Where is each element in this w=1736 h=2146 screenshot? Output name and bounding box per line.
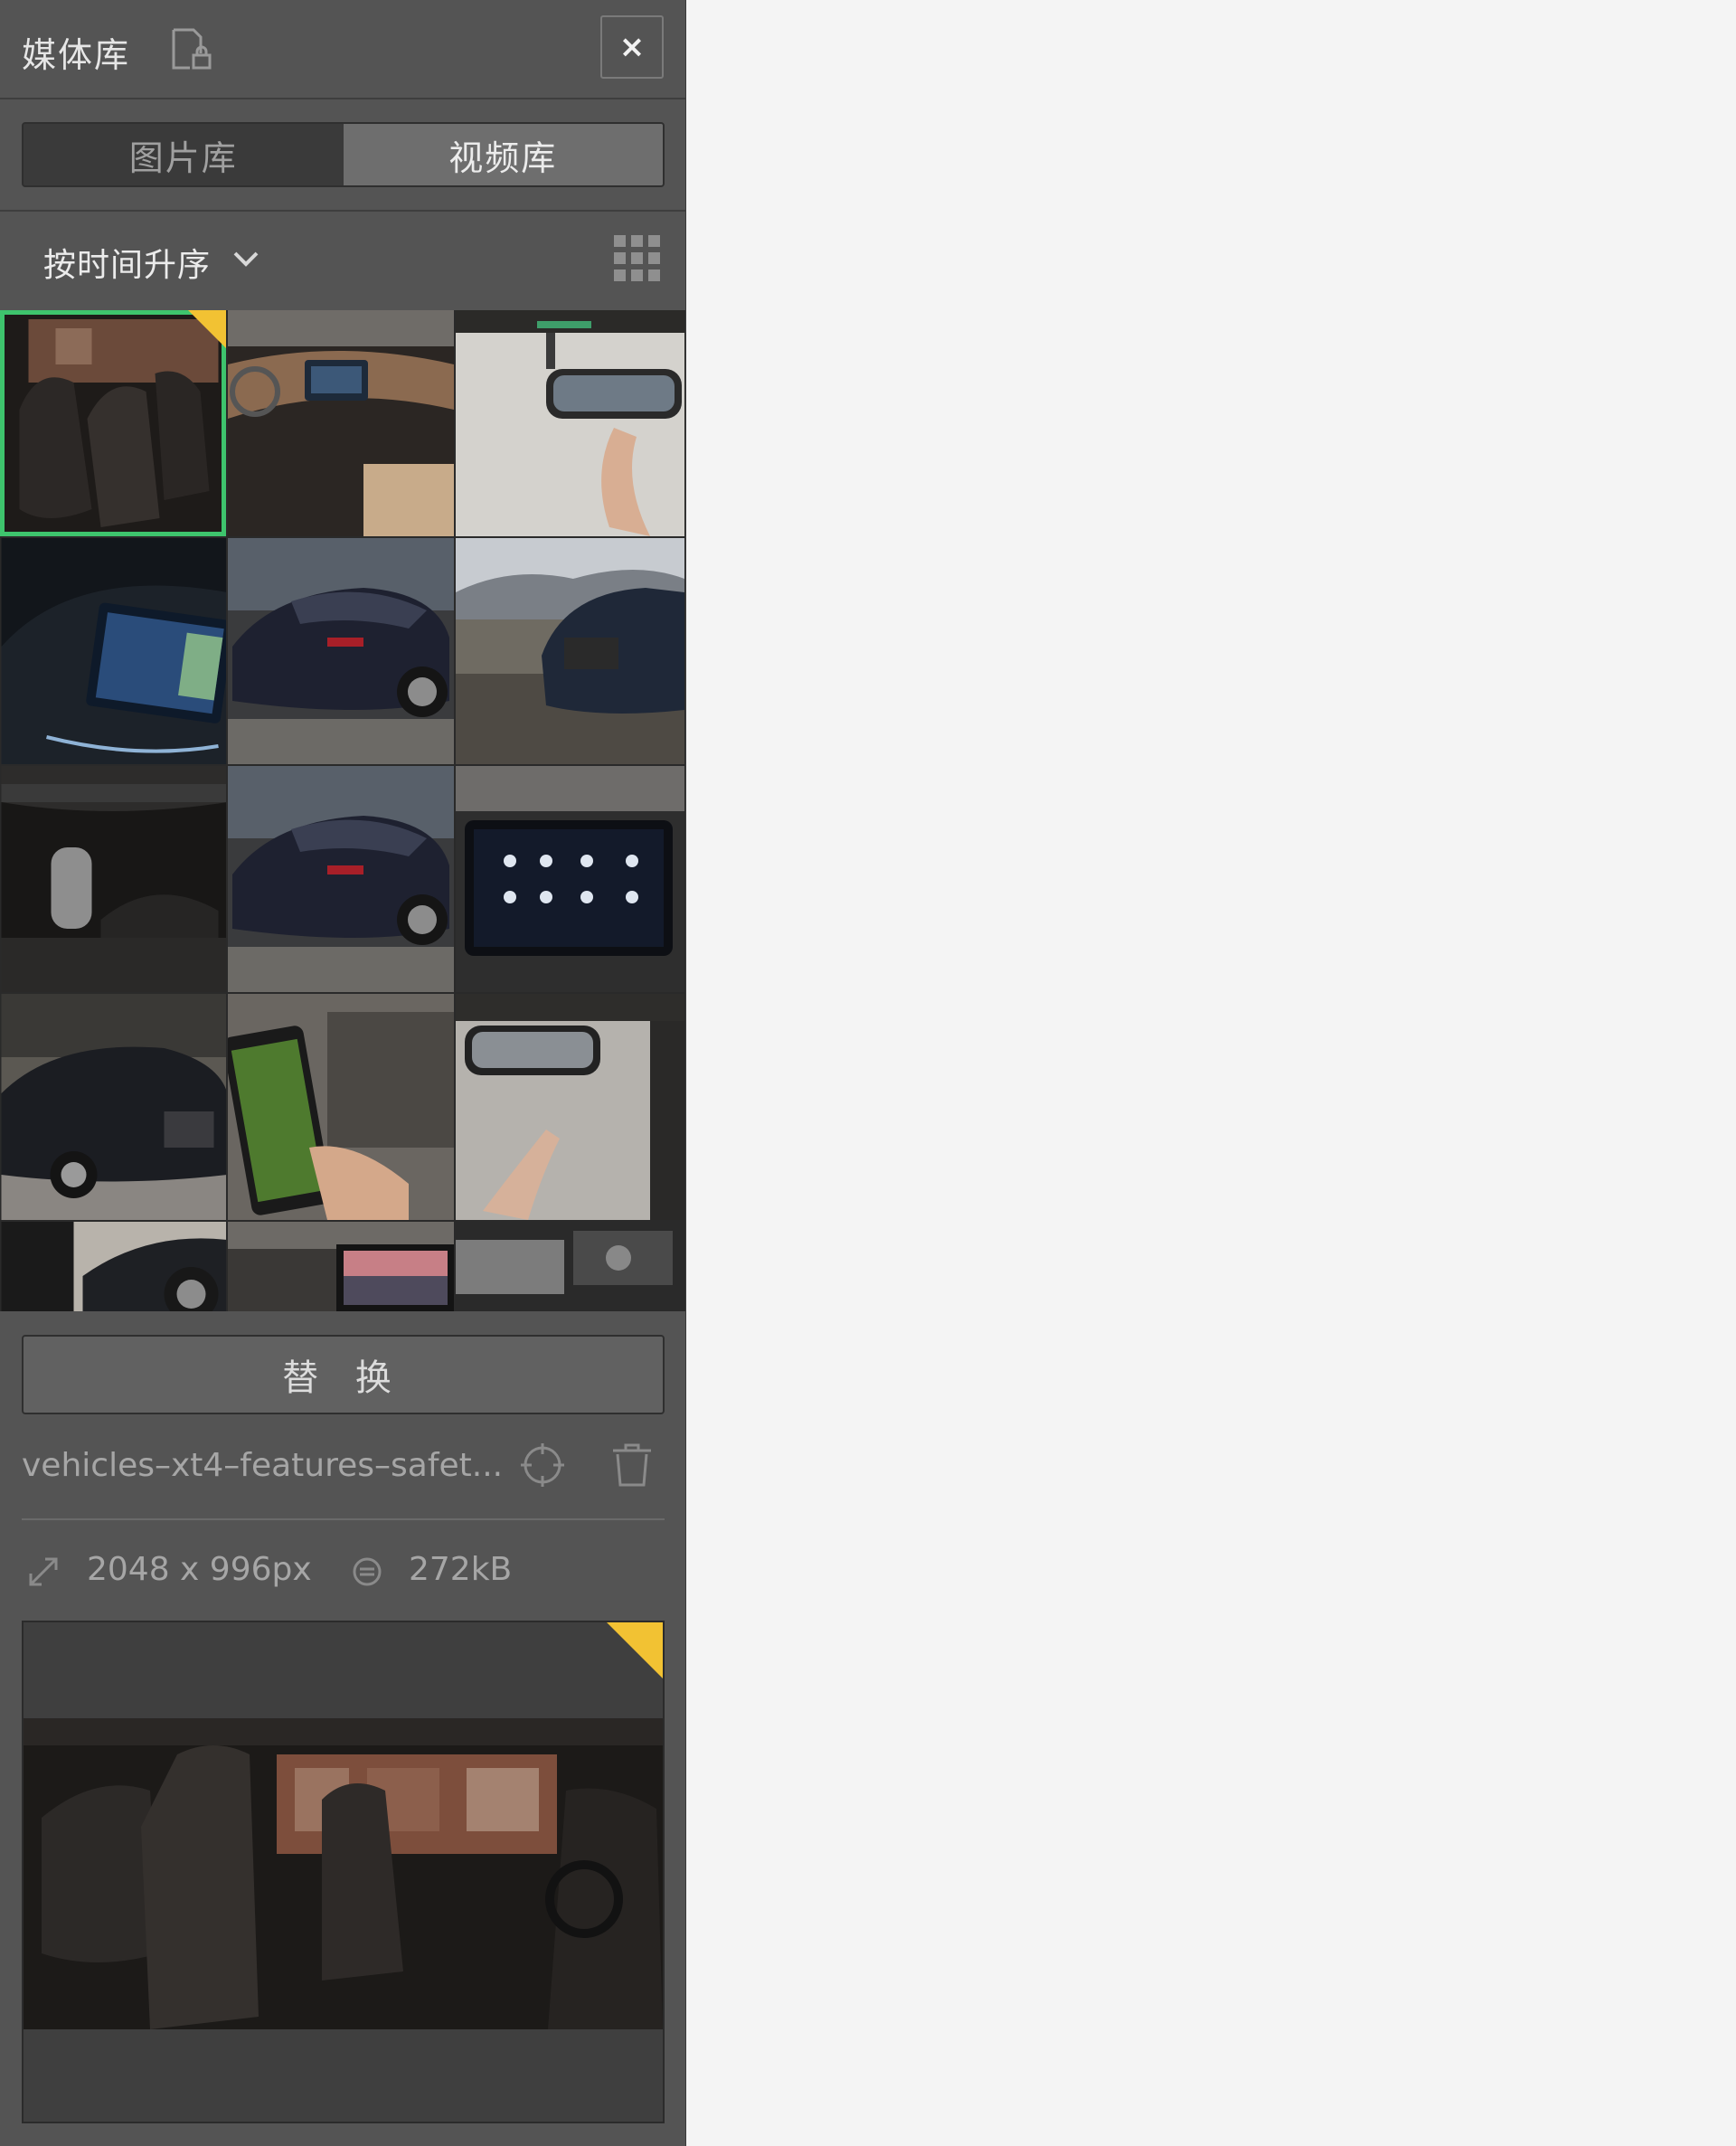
- chevron-down-icon[interactable]: [230, 246, 262, 273]
- grid-view-icon[interactable]: [614, 235, 661, 282]
- panel-title: 媒体库: [22, 35, 131, 75]
- resize-icon: [29, 1557, 58, 1586]
- file-name: vehicles–xt4–features–safet...: [22, 1447, 504, 1484]
- file-size-icon: [353, 1557, 382, 1586]
- tab-video-library[interactable]: 视频库: [343, 124, 663, 185]
- media-library-panel: 媒体库 × 图片库 视频库 按时间升序 替 换 vehicles–xt4–fea…: [0, 0, 686, 2146]
- details-divider: [22, 1518, 665, 1520]
- media-thumbnail[interactable]: [456, 1222, 684, 1311]
- lock-icon[interactable]: [170, 26, 213, 71]
- trash-icon[interactable]: [609, 1442, 655, 1489]
- image-dimensions: 2048 x 996px: [87, 1551, 312, 1588]
- tab-image-library[interactable]: 图片库: [24, 124, 344, 185]
- preview-image: [24, 1718, 663, 2029]
- image-preview: [22, 1621, 665, 2123]
- media-thumbnail[interactable]: [456, 766, 684, 992]
- selected-badge: [607, 1622, 663, 1678]
- media-thumbnail[interactable]: [228, 994, 454, 1220]
- media-thumbnail[interactable]: [228, 310, 454, 536]
- file-size: 272kB: [409, 1551, 513, 1588]
- media-thumbnail[interactable]: [228, 1222, 454, 1311]
- media-thumbnail[interactable]: [0, 538, 226, 764]
- media-thumbnail[interactable]: [0, 310, 226, 536]
- panel-header: 媒体库 ×: [0, 0, 685, 99]
- media-thumbnail[interactable]: [0, 766, 226, 992]
- media-thumbnail[interactable]: [228, 766, 454, 992]
- media-thumbnail[interactable]: [456, 310, 684, 536]
- library-tabs: 图片库 视频库: [22, 122, 665, 187]
- media-thumbnail[interactable]: [0, 994, 226, 1220]
- selected-badge: [188, 310, 226, 348]
- close-button[interactable]: ×: [600, 15, 664, 79]
- media-thumbnail[interactable]: [0, 1222, 226, 1311]
- replace-button[interactable]: 替 换: [22, 1335, 665, 1414]
- media-thumbnail[interactable]: [456, 994, 684, 1220]
- media-thumbnail[interactable]: [456, 538, 684, 764]
- crosshair-icon[interactable]: [521, 1443, 564, 1487]
- divider: [0, 210, 685, 212]
- media-gallery-grid: [0, 310, 685, 1311]
- media-thumbnail[interactable]: [228, 538, 454, 764]
- sort-dropdown-label[interactable]: 按时间升序: [43, 239, 211, 286]
